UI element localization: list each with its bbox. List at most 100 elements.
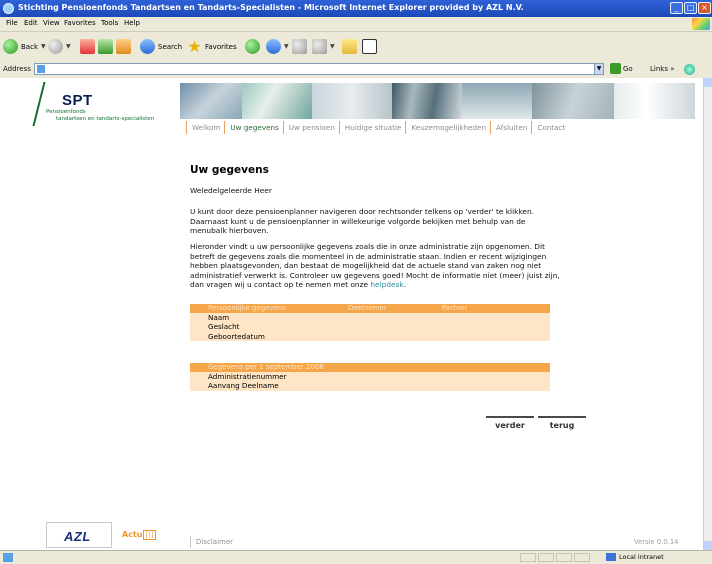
go-button[interactable]: Go [610, 63, 633, 74]
column-header-personal-data: Persoonlijke gegevens [208, 304, 287, 312]
table-row: Administratienummer [190, 372, 550, 382]
toolbar: Back ▼ ▼ Search ★ Favorites ▼ ▼ [0, 32, 712, 62]
discuss-button[interactable] [362, 38, 377, 55]
nav-item-uw-pensioen[interactable]: Uw pensioen [284, 121, 339, 134]
azl-logo-text: AZL [64, 529, 91, 544]
status-cell [556, 553, 572, 562]
chevron-down-icon: ▼ [66, 43, 71, 50]
info-line: betreft de gegevens zoals die momenteel … [190, 251, 547, 261]
forward-arrow-icon [48, 39, 63, 54]
banner-photo-patient [242, 83, 312, 119]
windows-logo-icon [692, 18, 710, 30]
minimize-button[interactable]: _ [670, 2, 683, 14]
vertical-scrollbar[interactable] [703, 78, 712, 550]
window-title: Stichting Pensioenfonds Tandartsen en Ta… [18, 3, 524, 12]
links-chevron-icon: » [670, 65, 675, 73]
column-header-partner: Partner [442, 304, 468, 312]
stop-button[interactable] [80, 38, 95, 55]
address-bar: Address ▼ Go Links » [0, 61, 712, 79]
logo-subtitle-2: tandartsen en tandarts-specialisten [56, 116, 155, 122]
mail-icon [266, 39, 281, 54]
stop-icon [80, 39, 95, 54]
favorites-button[interactable]: ★ Favorites [187, 37, 236, 56]
intranet-icon [606, 553, 616, 561]
scroll-up-button[interactable] [704, 78, 712, 87]
info-line-text: dan vragen wij u contact op te nemen met… [190, 280, 371, 290]
status-cell [520, 553, 536, 562]
history-button[interactable] [245, 38, 260, 55]
window-icon [362, 39, 377, 54]
menu-tools[interactable]: Tools [101, 19, 118, 27]
address-input[interactable] [34, 63, 604, 75]
intro-line: U kunt door deze pensioenplanner naviger… [190, 207, 535, 216]
actu-badge: [!] [143, 530, 156, 540]
logo-name: SPT [62, 92, 93, 109]
toolbar-extension-icon[interactable] [684, 64, 695, 75]
print-button[interactable] [292, 38, 307, 55]
status-cell [574, 553, 590, 562]
helpdesk-link[interactable]: helpdesk [370, 280, 403, 289]
row-label-geslacht: Geslacht [208, 322, 240, 332]
folder-button[interactable] [342, 38, 357, 55]
edit-button[interactable]: ▼ [312, 38, 335, 55]
table-row: Geslacht [190, 322, 550, 332]
status-bar: Local intranet [0, 550, 712, 564]
disclaimer-link[interactable]: Disclaimer [196, 538, 233, 546]
page-status-icon [3, 553, 13, 562]
actu-link[interactable]: Actu [!] [122, 530, 156, 540]
footer-separator [190, 536, 191, 548]
menu-edit[interactable]: Edit [24, 19, 38, 27]
nav-item-afsluiten[interactable]: Afsluiten [491, 121, 531, 134]
mail-button[interactable]: ▼ [266, 38, 289, 55]
star-icon: ★ [187, 37, 202, 56]
azl-logo[interactable]: AZL [46, 522, 112, 548]
nav-item-huidige-situatie[interactable]: Huidige situatie [340, 121, 406, 134]
nav-item-welkom[interactable]: Welkom [187, 121, 224, 134]
history-icon [245, 39, 260, 54]
personal-data-table-header: Persoonlijke gegevens Deelnemer Partner [190, 304, 550, 313]
info-line: administratief verwerkt is. Controleer u… [190, 270, 560, 280]
membership-table-header: Gegevens per 1 september 2008 [190, 363, 550, 372]
banner-photo-mirror [614, 83, 695, 119]
banner-photo-instruments [312, 83, 392, 119]
print-icon [292, 39, 307, 54]
links-label: Links [650, 65, 668, 73]
back-label: Back [21, 42, 38, 51]
back-button[interactable]: Back ▼ [3, 38, 46, 55]
address-dropdown-button[interactable]: ▼ [594, 63, 604, 75]
nav-item-keuzemogelijkheden[interactable]: Keuzemogelijkheden [406, 121, 490, 134]
search-button[interactable]: Search [140, 38, 182, 55]
info-paragraph: Hieronder vindt u uw persoonlijke gegeve… [190, 242, 590, 290]
back-nav-button[interactable]: terug [538, 416, 586, 432]
info-line: hebben plaatsgevonden, dan bestaat de mo… [190, 261, 542, 271]
chevron-down-icon: ▼ [41, 43, 46, 50]
menu-file[interactable]: File [6, 19, 18, 27]
refresh-button[interactable] [98, 38, 113, 55]
refresh-icon [98, 39, 113, 54]
zone-label: Local intranet [619, 553, 664, 561]
header-photo-banner [180, 83, 695, 119]
maximize-button[interactable]: □ [684, 2, 697, 14]
page-viewport: SPT Pensioenfonds tandartsen en tandarts… [0, 78, 703, 550]
nav-item-uw-gegevens[interactable]: Uw gegevens [225, 121, 282, 134]
banner-photo-dentist [180, 83, 242, 119]
menu-favorites[interactable]: Favorites [64, 19, 96, 27]
table-row: Geboortedatum [190, 331, 550, 341]
search-label: Search [158, 42, 183, 51]
info-line: Hieronder vindt u uw persoonlijke gegeve… [190, 242, 545, 251]
next-button[interactable]: verder [486, 416, 534, 432]
logo-subtitle-1: Pensioenfonds [46, 109, 86, 115]
back-nav-label: terug [549, 421, 575, 430]
scroll-down-button[interactable] [704, 541, 712, 550]
column-header-date: Gegevens per 1 september 2008 [208, 363, 324, 371]
banner-photo-sky [462, 83, 532, 119]
close-button[interactable]: × [698, 2, 711, 14]
forward-button[interactable]: ▼ [48, 38, 71, 55]
status-cell [538, 553, 554, 562]
home-button[interactable] [116, 38, 131, 55]
links-button[interactable]: Links » [650, 65, 675, 73]
menu-help[interactable]: Help [124, 19, 140, 27]
nav-item-contact[interactable]: Contact [532, 121, 569, 134]
main-nav: Welkom Uw gegevens Uw pensioen Huidige s… [186, 121, 569, 134]
menu-view[interactable]: View [43, 19, 60, 27]
